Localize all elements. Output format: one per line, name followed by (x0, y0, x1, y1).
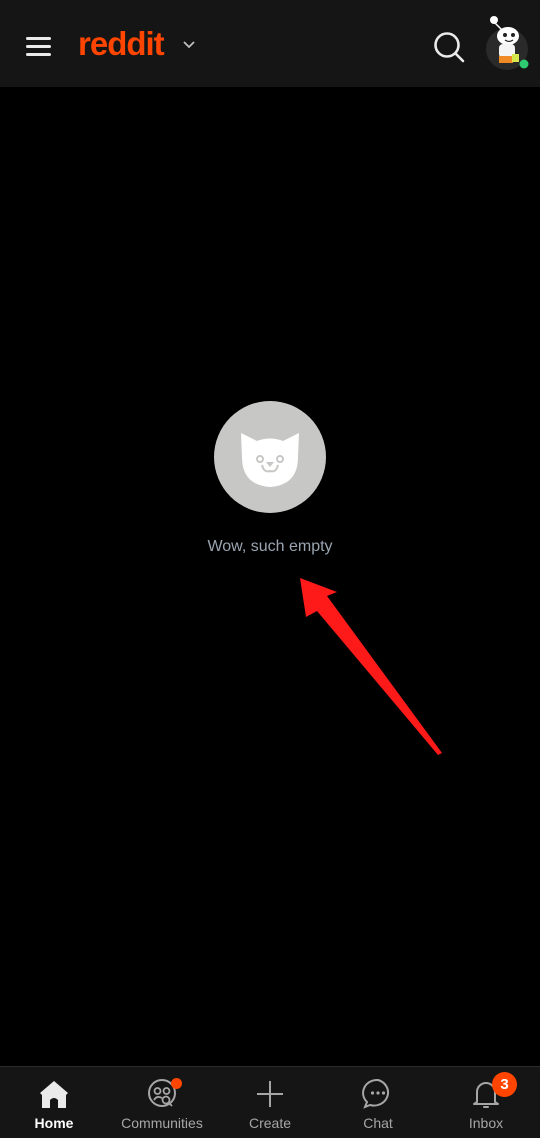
menu-button[interactable] (24, 33, 54, 57)
home-icon (40, 1081, 68, 1108)
tab-home[interactable]: Home (0, 1067, 108, 1138)
bottom-navigation: Home Communities Create Chat 3 Inbox (0, 1066, 540, 1138)
empty-state-message: Wow, such empty (207, 538, 333, 555)
hamburger-menu-icon (26, 37, 51, 40)
online-status-dot (519, 59, 529, 69)
tab-create[interactable]: Create (216, 1067, 324, 1138)
tab-label: Create (248, 1115, 292, 1131)
avatar[interactable] (482, 16, 532, 72)
tab-label: Home (34, 1115, 74, 1131)
tab-chat[interactable]: Chat (324, 1067, 432, 1138)
empty-state-illustration (214, 401, 326, 513)
tab-communities[interactable]: Communities (108, 1067, 216, 1138)
tab-inbox[interactable]: 3 Inbox (432, 1067, 540, 1138)
notification-dot (171, 1078, 182, 1089)
tab-label: Chat (363, 1115, 393, 1131)
bell-icon-wrap: 3 (468, 1072, 517, 1112)
annotation-arrow-icon (300, 578, 442, 755)
tab-label: Communities (121, 1115, 203, 1131)
inbox-badge: 3 (492, 1072, 517, 1097)
communities-icon-wrap (144, 1076, 182, 1112)
search-icon[interactable] (432, 30, 466, 64)
hamburger-line (26, 45, 51, 48)
cat-face-icon (241, 433, 299, 487)
chevron-down-icon[interactable] (182, 40, 196, 50)
reddit-logo[interactable]: reddit (78, 24, 165, 64)
chat-icon (362, 1078, 390, 1109)
plus-icon (257, 1081, 283, 1107)
tab-label: Inbox (468, 1115, 504, 1131)
top-app-bar: reddit (0, 0, 540, 87)
hamburger-line (26, 53, 51, 56)
